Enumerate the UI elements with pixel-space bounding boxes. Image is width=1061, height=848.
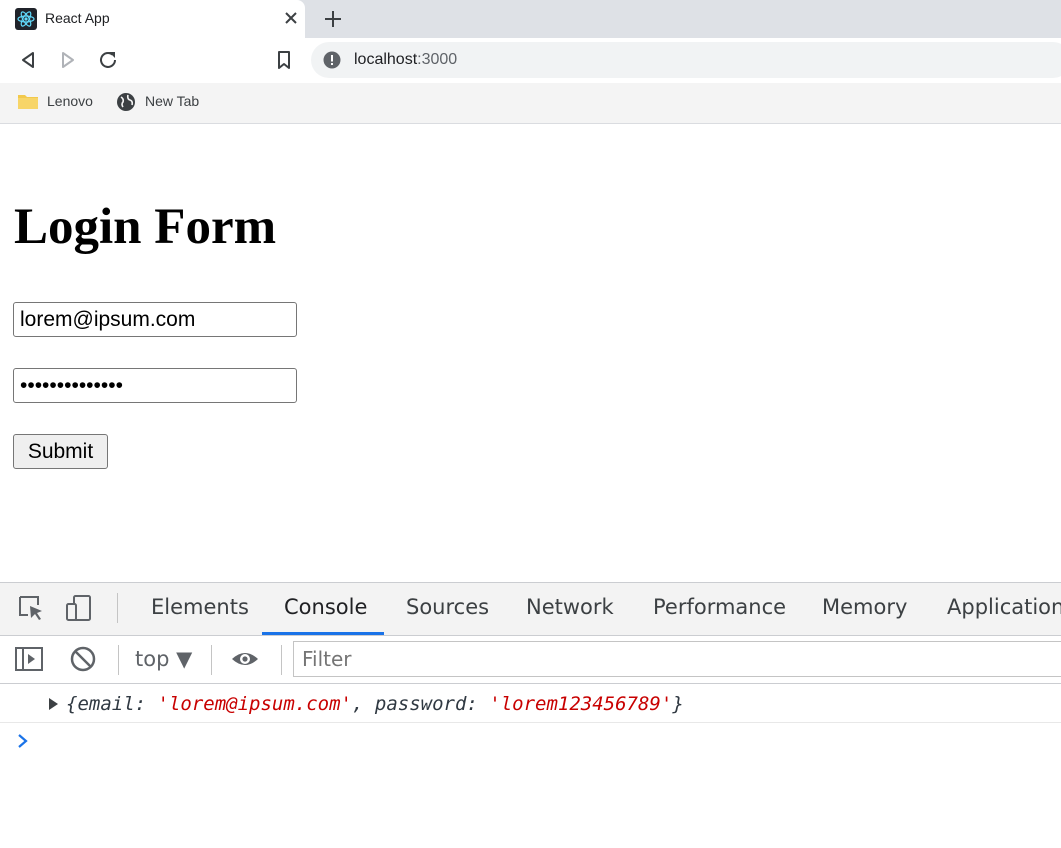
bookmark-icon[interactable]	[272, 48, 296, 72]
password-field[interactable]	[13, 368, 297, 403]
log-separator: ,	[352, 693, 375, 715]
globe-icon	[117, 93, 135, 111]
log-message: {email: 'lorem@ipsum.com', password: 'lo…	[66, 693, 684, 715]
new-tab-icon[interactable]	[322, 8, 344, 30]
bookmark-label: New Tab	[145, 93, 200, 109]
context-selector[interactable]: top ▼	[135, 647, 192, 671]
tab-title: React App	[45, 10, 110, 26]
tab-sources[interactable]: Sources	[406, 595, 489, 619]
dropdown-arrow-icon: ▼	[176, 647, 193, 671]
close-tab-icon[interactable]	[281, 8, 301, 28]
log-value-email: 'lorem@ipsum.com'	[157, 693, 352, 715]
expand-triangle-icon[interactable]	[47, 697, 59, 711]
log-brace: {	[66, 693, 78, 715]
log-brace: }	[672, 693, 684, 715]
react-logo-icon	[15, 8, 37, 30]
clear-console-icon[interactable]	[68, 644, 98, 674]
bookmark-new-tab[interactable]: New Tab	[115, 91, 210, 113]
bookmark-label: Lenovo	[47, 93, 93, 109]
log-key-password: password:	[374, 693, 490, 715]
url-text: localhost:3000	[354, 51, 457, 69]
toolbar-divider	[117, 593, 118, 623]
tab-performance[interactable]: Performance	[653, 595, 786, 619]
devtools-panel: Elements Console Sources Network Perform…	[0, 582, 1061, 848]
console-filter-input[interactable]	[293, 641, 1061, 677]
eye-icon[interactable]	[230, 644, 260, 674]
devtools-tab-bar: Elements Console Sources Network Perform…	[0, 583, 1061, 636]
email-field[interactable]	[13, 302, 297, 337]
tab-elements[interactable]: Elements	[151, 595, 249, 619]
tab-memory[interactable]: Memory	[822, 595, 907, 619]
toolbar-divider	[281, 645, 282, 675]
url-port: :3000	[417, 51, 458, 68]
context-label: top	[135, 647, 170, 671]
device-toolbar-icon[interactable]	[64, 593, 94, 623]
page-viewport: Login Form Submit	[0, 124, 1061, 582]
url-host: localhost	[354, 51, 418, 68]
tab-react-app[interactable]: React App	[0, 0, 305, 38]
bookmark-lenovo[interactable]: Lenovo	[17, 91, 99, 113]
toolbar-divider	[118, 645, 119, 675]
show-sidebar-icon[interactable]	[14, 644, 44, 674]
browser-toolbar: localhost:3000	[0, 38, 1061, 83]
page-title: Login Form	[14, 199, 277, 255]
submit-button[interactable]: Submit	[13, 434, 108, 469]
toolbar-divider	[211, 645, 212, 675]
back-icon[interactable]	[16, 48, 40, 72]
log-value-password: 'lorem123456789'	[489, 693, 673, 715]
bookmarks-bar: Lenovo New Tab	[0, 83, 1061, 124]
console-log-entry[interactable]: {email: 'lorem@ipsum.com', password: 'lo…	[0, 684, 1061, 723]
console-prompt-icon[interactable]	[16, 733, 30, 749]
log-key-email: email:	[77, 693, 158, 715]
info-icon[interactable]	[323, 51, 341, 69]
tab-network[interactable]: Network	[526, 595, 614, 619]
tab-application[interactable]: Application	[947, 595, 1061, 619]
folder-icon	[18, 95, 38, 109]
inspect-element-icon[interactable]	[16, 593, 46, 623]
address-bar[interactable]: localhost:3000	[311, 42, 1061, 78]
forward-icon[interactable]	[56, 48, 80, 72]
tab-console[interactable]: Console	[284, 595, 367, 619]
active-tab-indicator	[262, 632, 384, 635]
console-toolbar: top ▼	[0, 636, 1061, 684]
reload-icon[interactable]	[96, 48, 120, 72]
tab-strip: React App	[0, 0, 1061, 38]
